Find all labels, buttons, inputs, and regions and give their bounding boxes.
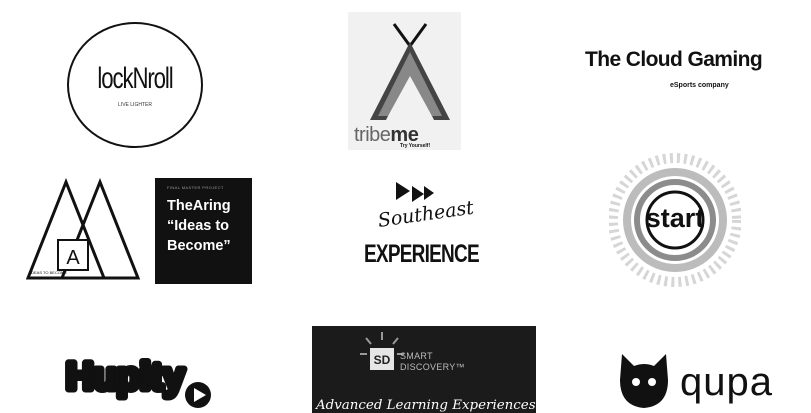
tribeme-tagline: Try Yourself! bbox=[400, 143, 431, 149]
smart-discovery-tagline: Advanced Learning Experiences bbox=[316, 398, 536, 413]
qupa-name: qupa bbox=[680, 360, 773, 404]
thearing-mark-caption: IDEAS TO BECOME bbox=[30, 270, 67, 275]
thearing-title-box: FINAL MASTER PROJECT TheAring “Ideas to … bbox=[155, 178, 252, 284]
start-name: start bbox=[645, 203, 705, 233]
locknroll-name: lockNroll bbox=[97, 62, 173, 95]
cloud-gaming-logo: The Cloud Gaming eSports company bbox=[585, 48, 811, 98]
teepee-icon bbox=[370, 23, 450, 120]
smart-discovery-badge: SD bbox=[374, 353, 391, 367]
start-logo: start bbox=[609, 146, 741, 296]
cloud-gaming-tagline: eSports company bbox=[670, 82, 729, 89]
thearing-logo: A IDEAS TO BECOME FINAL MASTER PROJECT T… bbox=[26, 178, 252, 285]
thearing-title: TheAring “Ideas to Become” bbox=[167, 198, 231, 254]
locknroll-logo: lockNroll LIVE LIGHTER bbox=[67, 22, 203, 148]
locknroll-tagline: LIVE LIGHTER bbox=[118, 102, 152, 108]
hupity-logo: Hupity Hupity bbox=[64, 349, 214, 413]
cloud-gaming-name: The Cloud Gaming bbox=[585, 48, 763, 71]
qupa-logo: qupa bbox=[616, 346, 786, 413]
southeast-block-text: EXPERIENCE bbox=[364, 240, 480, 268]
hupity-wordmark: Hupity Hupity bbox=[64, 353, 211, 408]
smart-discovery-logo: SD SMART DISCOVERY™ Advanced Learning Ex… bbox=[312, 326, 536, 413]
smart-discovery-line1: SMART bbox=[400, 351, 433, 361]
hupity-name: Hupity bbox=[66, 356, 184, 398]
thearing-small-caption: FINAL MASTER PROJECT bbox=[167, 185, 224, 190]
cat-head-icon bbox=[620, 354, 668, 408]
thearing-mark-letter: A bbox=[66, 247, 80, 269]
smart-discovery-line2: DISCOVERY™ bbox=[400, 362, 465, 372]
southeast-experience-logo: Southeast EXPERIENCE bbox=[362, 178, 492, 270]
lightbulb-cube-icon: SD bbox=[360, 332, 404, 370]
tribeme-logo: tribeme Try Yourself! bbox=[348, 12, 461, 150]
double-triangle-icon: A bbox=[26, 178, 141, 280]
